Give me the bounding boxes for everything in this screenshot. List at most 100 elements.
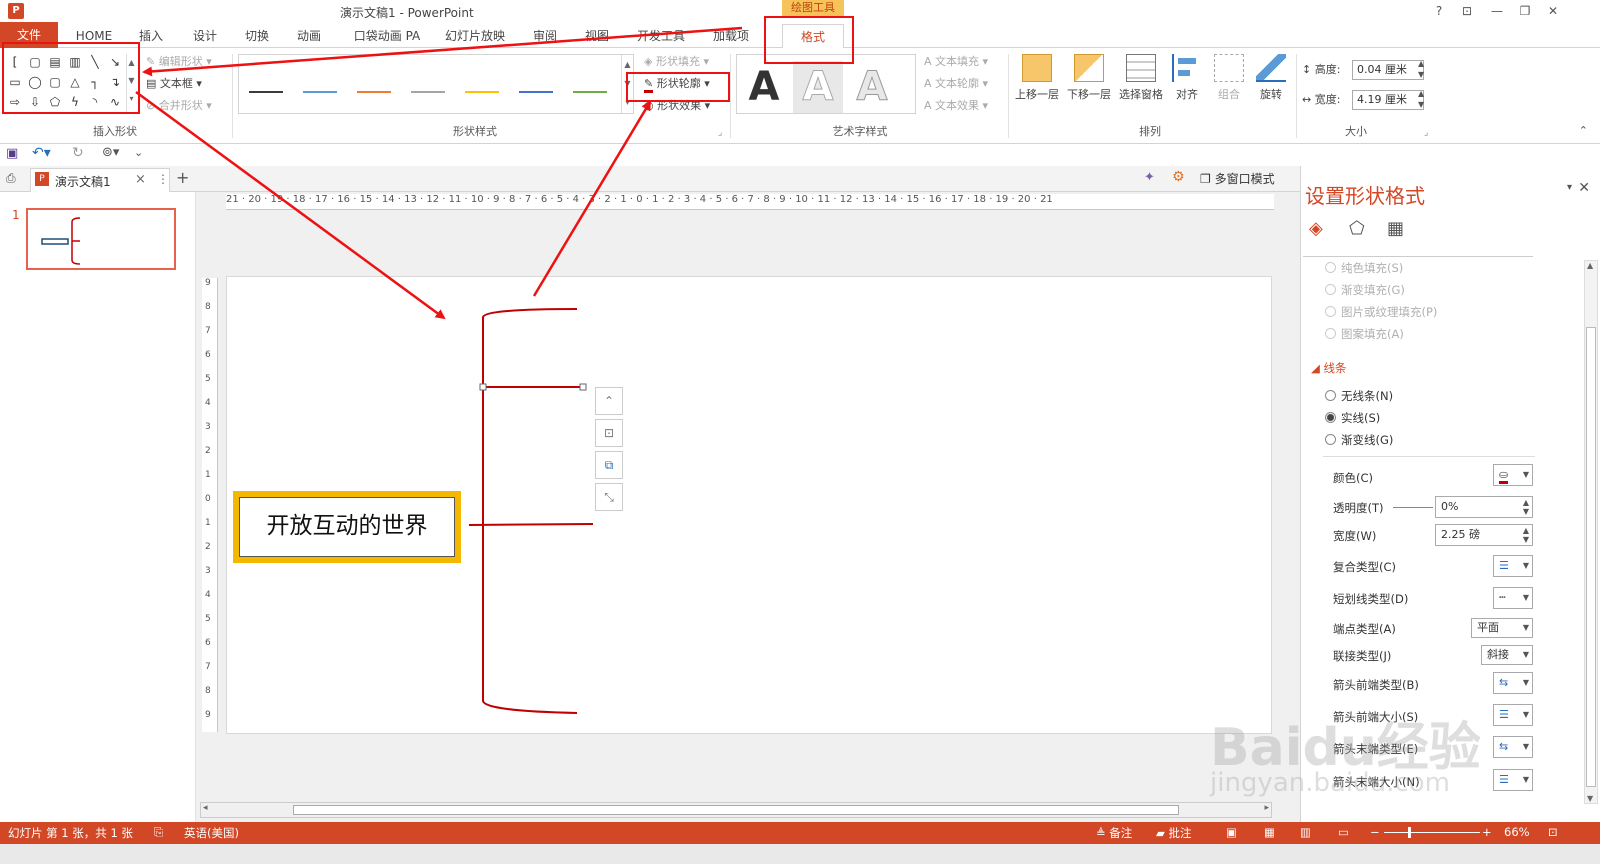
expand-icon[interactable]: ⤡: [595, 483, 623, 511]
tab-transitions[interactable]: 切换: [232, 24, 282, 48]
shape-triangle-icon[interactable]: △: [66, 74, 84, 90]
reading-view-icon[interactable]: ▥: [1300, 825, 1311, 839]
shape-style-swatch[interactable]: [297, 69, 343, 119]
shape-bracket-icon[interactable]: [: [6, 54, 24, 70]
shape-lightning-icon[interactable]: ϟ: [66, 94, 84, 110]
height-spinner-icon[interactable]: ▲ ▼: [1418, 58, 1424, 80]
tab-addins[interactable]: 加载项: [700, 24, 762, 48]
tab-more-icon[interactable]: ⋮: [157, 172, 169, 186]
shape-curve-icon[interactable]: ∿: [106, 94, 124, 110]
help-button[interactable]: ?: [1426, 2, 1452, 20]
text-box-button[interactable]: ▤ 文本框 ▾: [146, 74, 202, 94]
width-spinner-icon[interactable]: ▲ ▼: [1418, 88, 1424, 110]
shape-right-arrow-icon[interactable]: ⇨: [6, 94, 24, 110]
tab-file[interactable]: 文件: [0, 22, 58, 48]
shape-vtextbox-icon[interactable]: ▥: [66, 54, 84, 70]
shape-gallery[interactable]: [ ▢ ▤ ▥ ╲ ↘ ▭ ◯ ▢ △ ┐ ↴ ⇨ ⇩ ⬠ ϟ ◝ ∿ ▲ ▼ ▾: [4, 52, 138, 116]
collapse-ribbon-icon[interactable]: ⌃: [1579, 124, 1588, 137]
group-button[interactable]: 组合: [1206, 54, 1252, 102]
wordart-gallery[interactable]: A A A: [736, 54, 916, 114]
shape-effects-button[interactable]: ◐ 形状效果 ▾: [644, 96, 710, 116]
scrollbar-thumb[interactable]: [293, 805, 1179, 815]
spelling-icon[interactable]: ⎘: [154, 825, 163, 840]
color-picker-button[interactable]: ⛀ ▼: [1493, 464, 1533, 486]
send-backward-button[interactable]: 下移一层: [1064, 54, 1114, 102]
shape-rectangle-icon[interactable]: ▭: [6, 74, 24, 90]
bracket-connector[interactable]: [227, 277, 1273, 735]
fit-slide-icon[interactable]: ⊡: [1548, 825, 1558, 839]
text-outline-button[interactable]: A 文本轮廓 ▾: [924, 74, 988, 94]
zoom-level[interactable]: 66%: [1504, 825, 1530, 839]
join-type-dropdown[interactable]: 斜接 ▼: [1481, 645, 1533, 665]
minimize-button[interactable]: —: [1484, 2, 1510, 20]
arrow-end-size-dropdown[interactable]: ☰ ▼: [1493, 769, 1533, 791]
tab-insert[interactable]: 插入: [126, 24, 176, 48]
magic-icon[interactable]: ✦: [1144, 170, 1155, 185]
shape-flowchart-icon[interactable]: ⬠: [46, 94, 64, 110]
scroll-up-icon[interactable]: ▲: [1587, 261, 1593, 270]
layer-icon[interactable]: ⧉: [595, 451, 623, 479]
align-center-icon[interactable]: ⊡: [595, 419, 623, 447]
slideshow-view-icon[interactable]: ▭: [1338, 825, 1349, 839]
transparency-input[interactable]: 0% ▲ ▼: [1435, 496, 1533, 518]
zoom-out-icon[interactable]: −: [1370, 825, 1380, 839]
shape-line-icon[interactable]: ╲: [86, 54, 104, 70]
tab-developer[interactable]: 开发工具: [630, 24, 692, 48]
restore-button[interactable]: ❐: [1512, 2, 1538, 20]
tab-home[interactable]: HOME: [66, 24, 122, 48]
tab-review[interactable]: 审阅: [520, 24, 570, 48]
shape-elbow-arrow-icon[interactable]: ↴: [106, 74, 124, 90]
radio-picture-fill[interactable]: 图片或纹理填充(P): [1325, 304, 1437, 320]
shape-style-swatch[interactable]: [513, 69, 559, 119]
slide-canvas[interactable]: 开放互动的世界 ⌃ ⊡ ⧉ ⤡: [226, 276, 1272, 734]
tab-pocket-animation[interactable]: 口袋动画 PA: [344, 24, 430, 48]
powerpoint-app-icon[interactable]: P: [8, 3, 24, 19]
transparency-slider[interactable]: [1393, 507, 1433, 508]
dialog-launcher-icon[interactable]: ⌟: [718, 128, 722, 138]
scroll-down-icon[interactable]: ▼: [1587, 794, 1593, 803]
fill-line-icon[interactable]: ◈: [1309, 218, 1323, 239]
wordart-style-3[interactable]: A: [847, 61, 897, 113]
move-up-icon[interactable]: ⌃: [595, 387, 623, 415]
arrow-begin-size-dropdown[interactable]: ☰ ▼: [1493, 704, 1533, 726]
shape-gallery-more-icon[interactable]: ▲ ▼ ▾: [126, 54, 136, 112]
pane-close-icon[interactable]: ✕: [1578, 180, 1590, 196]
zoom-slider-thumb[interactable]: [1408, 827, 1411, 838]
normal-view-icon[interactable]: ▣: [1226, 825, 1237, 839]
zoom-in-icon[interactable]: +: [1482, 825, 1492, 839]
tab-format[interactable]: 格式: [782, 24, 844, 49]
document-tab[interactable]: P 演示文稿1 × ⋮: [30, 168, 170, 192]
line-width-input[interactable]: 2.25 磅 ▲ ▼: [1435, 524, 1533, 546]
line-section-header[interactable]: ◢ 线条: [1311, 360, 1347, 376]
height-input[interactable]: 0.04 厘米: [1352, 60, 1424, 80]
slide-count-status[interactable]: 幻灯片 第 1 张，共 1 张: [8, 825, 133, 841]
tab-view[interactable]: 视图: [572, 24, 622, 48]
shape-style-swatch[interactable]: [405, 69, 451, 119]
size-properties-icon[interactable]: ▦: [1387, 218, 1404, 239]
tab-slideshow[interactable]: 幻灯片放映: [438, 24, 512, 48]
rotate-button[interactable]: 旋转: [1248, 54, 1294, 102]
multi-window-button[interactable]: ❐ 多窗口模式: [1200, 170, 1275, 187]
tab-animations[interactable]: 动画: [284, 24, 334, 48]
tab-list-icon[interactable]: ⎙: [6, 171, 16, 186]
style-gallery-scroll-icon[interactable]: ▲ ▼ ▾: [621, 55, 633, 113]
wordart-style-2[interactable]: A: [793, 61, 843, 113]
compound-type-dropdown[interactable]: ☰ ▼: [1493, 555, 1533, 577]
shape-style-swatch[interactable]: [459, 69, 505, 119]
shape-rounded-rect-icon[interactable]: ▢: [46, 74, 64, 90]
horizontal-scrollbar[interactable]: ◂ ▸: [200, 802, 1272, 818]
shape-frame-icon[interactable]: ▢: [26, 54, 44, 70]
merge-shapes-button[interactable]: ⊘ 合并形状 ▾: [146, 96, 212, 116]
present-icon[interactable]: ⊚▾: [102, 145, 119, 160]
scrollbar-thumb[interactable]: [1586, 327, 1596, 787]
shape-outline-button[interactable]: ✎ 形状轮廓 ▾: [644, 74, 710, 94]
scroll-left-icon[interactable]: ◂: [203, 803, 208, 813]
shape-fill-button[interactable]: ◈ 形状填充 ▾: [644, 52, 709, 72]
radio-no-line[interactable]: 无线条(N): [1325, 388, 1393, 404]
width-input[interactable]: 4.19 厘米: [1352, 90, 1424, 110]
comments-button[interactable]: ▰ 批注: [1156, 825, 1192, 841]
shape-style-swatch[interactable]: [243, 69, 289, 119]
dash-type-dropdown[interactable]: ┅ ▼: [1493, 587, 1533, 609]
ribbon-display-options-button[interactable]: ⊡: [1454, 2, 1480, 20]
shape-down-arrow-icon[interactable]: ⇩: [26, 94, 44, 110]
